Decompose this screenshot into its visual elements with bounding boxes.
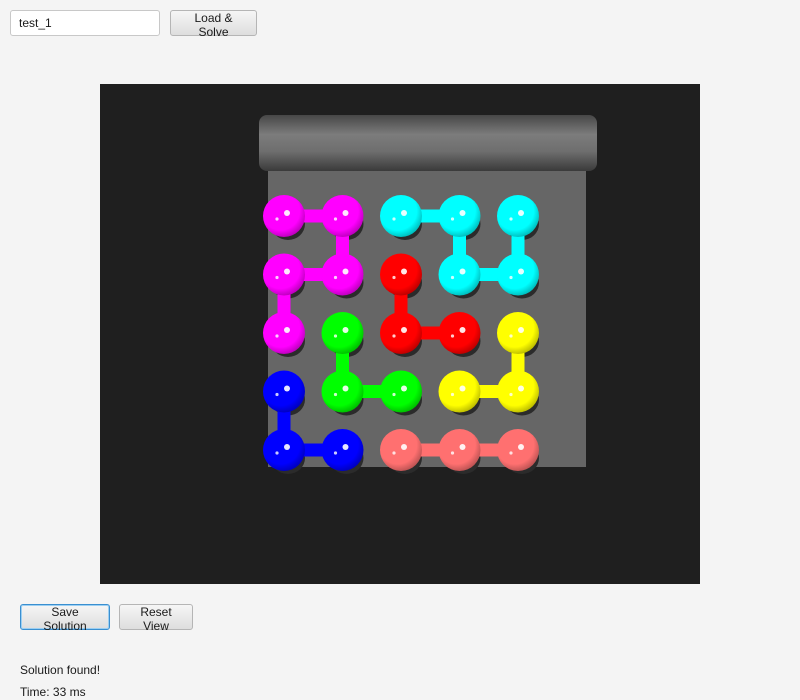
path-ball [263, 195, 305, 237]
3d-viewport[interactable] [100, 84, 700, 584]
status-message: Solution found! [20, 663, 101, 677]
path-ball [497, 195, 539, 237]
path-ball [438, 195, 481, 237]
path-ball [380, 195, 422, 237]
app-window: Load & Solve Save Solution Reset View So… [0, 0, 800, 700]
path-ball [380, 253, 422, 296]
path-ball [321, 429, 364, 471]
path-ball [263, 429, 305, 471]
path-ball [497, 429, 539, 471]
puzzle-scene [259, 115, 597, 474]
solve-time: Time: 33 ms [20, 685, 86, 699]
reset-view-button[interactable]: Reset View [119, 604, 193, 633]
path-ball [321, 253, 364, 296]
path-ball [497, 312, 539, 354]
path-ball [438, 370, 481, 413]
path-ball [497, 370, 539, 413]
path-ball [321, 195, 364, 237]
path-ball [380, 429, 422, 471]
puzzle-file-input[interactable] [10, 10, 160, 36]
path-ball [263, 370, 305, 413]
path-ball [321, 312, 364, 354]
path-ball [263, 312, 305, 354]
path-ball [380, 312, 422, 354]
path-ball [438, 253, 481, 296]
path-ball [497, 253, 539, 296]
path-ball [263, 253, 305, 296]
board-roller [259, 115, 597, 171]
path-ball [438, 312, 481, 354]
path-ball [321, 370, 364, 413]
save-solution-button[interactable]: Save Solution [20, 604, 110, 633]
load-and-solve-button[interactable]: Load & Solve [170, 10, 257, 39]
path-ball [380, 370, 422, 413]
path-ball [438, 429, 481, 471]
